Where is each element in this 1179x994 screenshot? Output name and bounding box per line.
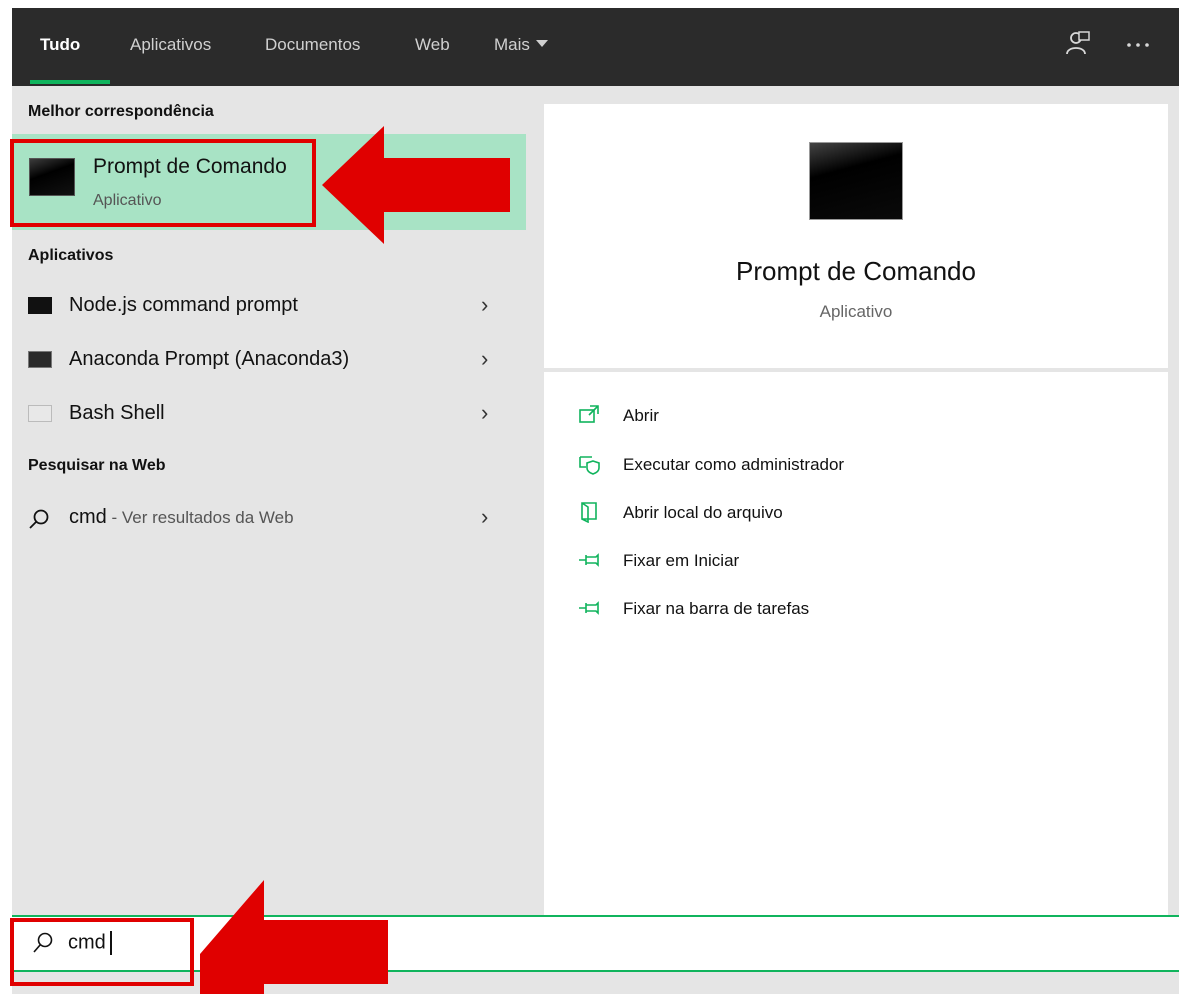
active-tab-indicator bbox=[30, 80, 110, 84]
more-options-icon[interactable] bbox=[1126, 42, 1152, 48]
action-label: Fixar na barra de tarefas bbox=[623, 599, 810, 618]
annotation-arrow-left bbox=[200, 880, 388, 994]
action-label: Abrir bbox=[623, 406, 659, 425]
action-label: Executar como administrador bbox=[623, 455, 845, 474]
action-pin-to-taskbar[interactable]: Fixar na barra de tarefas bbox=[578, 595, 1138, 629]
tab-documentos[interactable]: Documentos bbox=[265, 35, 360, 55]
action-label: Fixar em Iniciar bbox=[623, 551, 740, 570]
web-result-text: cmd - Ver resultados da Web bbox=[69, 506, 294, 529]
list-item-label: Anaconda Prompt (Anaconda3) bbox=[69, 348, 350, 370]
preview-header: Prompt de Comando Aplicativo bbox=[544, 104, 1168, 368]
preview-title: Prompt de Comando bbox=[736, 256, 976, 286]
annotation-arrow-left bbox=[322, 126, 510, 244]
tab-mais-label: Mais bbox=[494, 35, 530, 54]
action-label: Abrir local do arquivo bbox=[623, 503, 783, 522]
chevron-right-icon[interactable]: › bbox=[481, 292, 488, 318]
caret-down-icon bbox=[535, 40, 548, 48]
command-prompt-icon bbox=[809, 142, 903, 220]
annotation-highlight-box bbox=[10, 139, 316, 227]
top-bar: Tudo Aplicativos Documentos Web Mais bbox=[12, 8, 1179, 86]
list-item-bash[interactable]: Bash Shell › bbox=[12, 390, 526, 438]
web-search-result[interactable]: cmd - Ver resultados da Web › bbox=[12, 494, 526, 542]
tab-aplicativos[interactable]: Aplicativos bbox=[130, 35, 211, 55]
pin-icon bbox=[579, 553, 599, 567]
list-item-label: Node.js command prompt bbox=[69, 294, 298, 316]
preview-subtitle: Aplicativo bbox=[819, 302, 893, 321]
shield-icon bbox=[579, 456, 600, 475]
search-icon bbox=[29, 509, 49, 529]
list-item-anaconda[interactable]: Anaconda Prompt (Anaconda3) › bbox=[12, 336, 526, 384]
action-open[interactable]: Abrir bbox=[578, 402, 1138, 436]
list-item-nodejs[interactable]: Node.js command prompt › bbox=[12, 282, 526, 330]
annotation-highlight-box bbox=[10, 918, 194, 986]
tab-mais[interactable]: Mais bbox=[494, 35, 548, 55]
action-run-as-admin[interactable]: Executar como administrador bbox=[578, 451, 1138, 485]
file-location-icon bbox=[581, 502, 597, 523]
tab-tudo[interactable]: Tudo bbox=[40, 35, 80, 55]
action-pin-to-start[interactable]: Fixar em Iniciar bbox=[578, 547, 1138, 581]
feedback-icon[interactable] bbox=[1065, 30, 1091, 58]
chevron-right-icon[interactable]: › bbox=[481, 504, 488, 530]
anaconda-prompt-icon bbox=[28, 351, 52, 368]
chevron-right-icon[interactable]: › bbox=[481, 400, 488, 426]
nodejs-prompt-icon bbox=[28, 297, 52, 314]
list-item-label: Bash Shell bbox=[69, 402, 165, 424]
pin-icon bbox=[579, 601, 599, 615]
web-search-heading: Pesquisar na Web bbox=[28, 457, 166, 474]
action-open-file-location[interactable]: Abrir local do arquivo bbox=[578, 499, 1138, 533]
chevron-right-icon[interactable]: › bbox=[481, 346, 488, 372]
preview-actions: Abrir Executar como administrador Abrir … bbox=[544, 372, 1168, 915]
web-result-query: cmd bbox=[69, 506, 107, 528]
web-result-suffix: - Ver resultados da Web bbox=[106, 508, 294, 527]
best-match-heading: Melhor correspondência bbox=[28, 103, 214, 120]
bash-shell-icon bbox=[28, 405, 52, 422]
apps-heading: Aplicativos bbox=[28, 247, 114, 264]
tab-web[interactable]: Web bbox=[415, 35, 450, 55]
open-icon bbox=[579, 405, 599, 423]
